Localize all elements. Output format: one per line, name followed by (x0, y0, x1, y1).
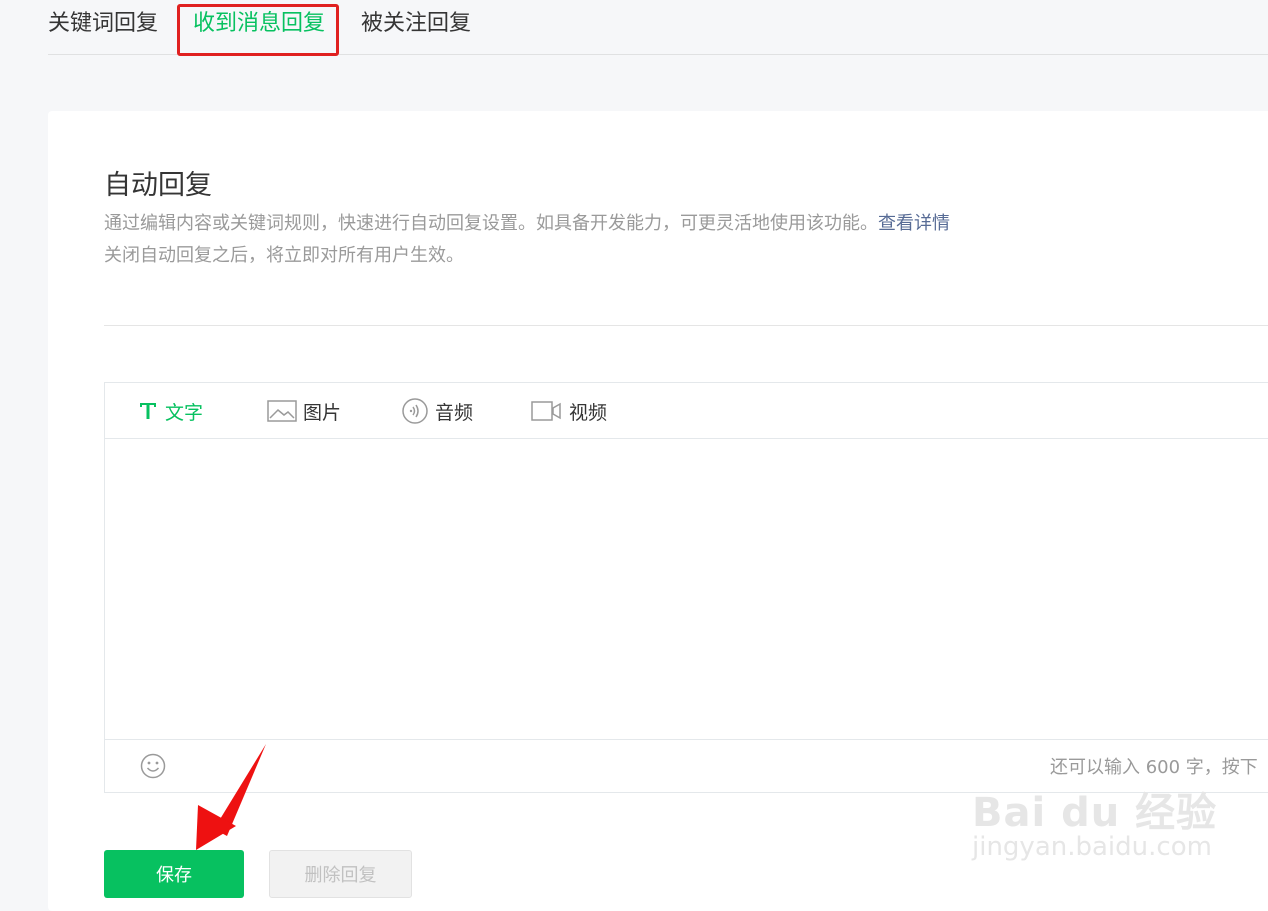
emoji-icon[interactable] (139, 752, 167, 784)
audio-icon (401, 397, 435, 425)
reply-text-area[interactable] (105, 439, 1268, 741)
tool-audio[interactable]: 音频 (401, 397, 473, 425)
divider (104, 325, 1268, 326)
text-icon (137, 400, 165, 422)
description-text: 通过编辑内容或关键词规则，快速进行自动回复设置。如具备开发能力，可更灵活地使用该… (104, 213, 878, 234)
description-line-2: 关闭自动回复之后，将立即对所有用户生效。 (104, 245, 464, 266)
tool-video-label: 视频 (569, 401, 608, 424)
save-button[interactable]: 保存 (104, 850, 244, 898)
delete-reply-button[interactable]: 删除回复 (269, 850, 412, 898)
tool-text[interactable]: 文字 (137, 397, 203, 425)
description-line-1: 通过编辑内容或关键词规则，快速进行自动回复设置。如具备开发能力，可更灵活地使用该… (104, 209, 950, 235)
tool-text-label: 文字 (165, 401, 204, 424)
reply-editor: 文字 图片 音频 视频 还可以输入 600 字，按下 (104, 382, 1268, 793)
tab-keyword-reply[interactable]: 关键词回复 (48, 8, 158, 40)
editor-toolbar: 文字 图片 音频 视频 (105, 383, 1268, 439)
page-title: 自动回复 (104, 170, 212, 201)
tool-image-label: 图片 (303, 401, 342, 424)
tool-audio-label: 音频 (435, 401, 474, 424)
video-icon (531, 400, 569, 422)
tool-video[interactable]: 视频 (531, 397, 607, 425)
watermark-url: jingyan.baidu.com (972, 832, 1212, 862)
view-details-link[interactable]: 查看详情 (878, 213, 950, 234)
tab-follow-reply[interactable]: 被关注回复 (361, 8, 471, 40)
image-icon (267, 399, 303, 423)
watermark-logo: Bai du 经验 (972, 790, 1218, 836)
active-tab-highlight-box (177, 4, 339, 56)
tool-image[interactable]: 图片 (267, 397, 341, 425)
character-counter: 还可以输入 600 字，按下 (1050, 757, 1258, 778)
